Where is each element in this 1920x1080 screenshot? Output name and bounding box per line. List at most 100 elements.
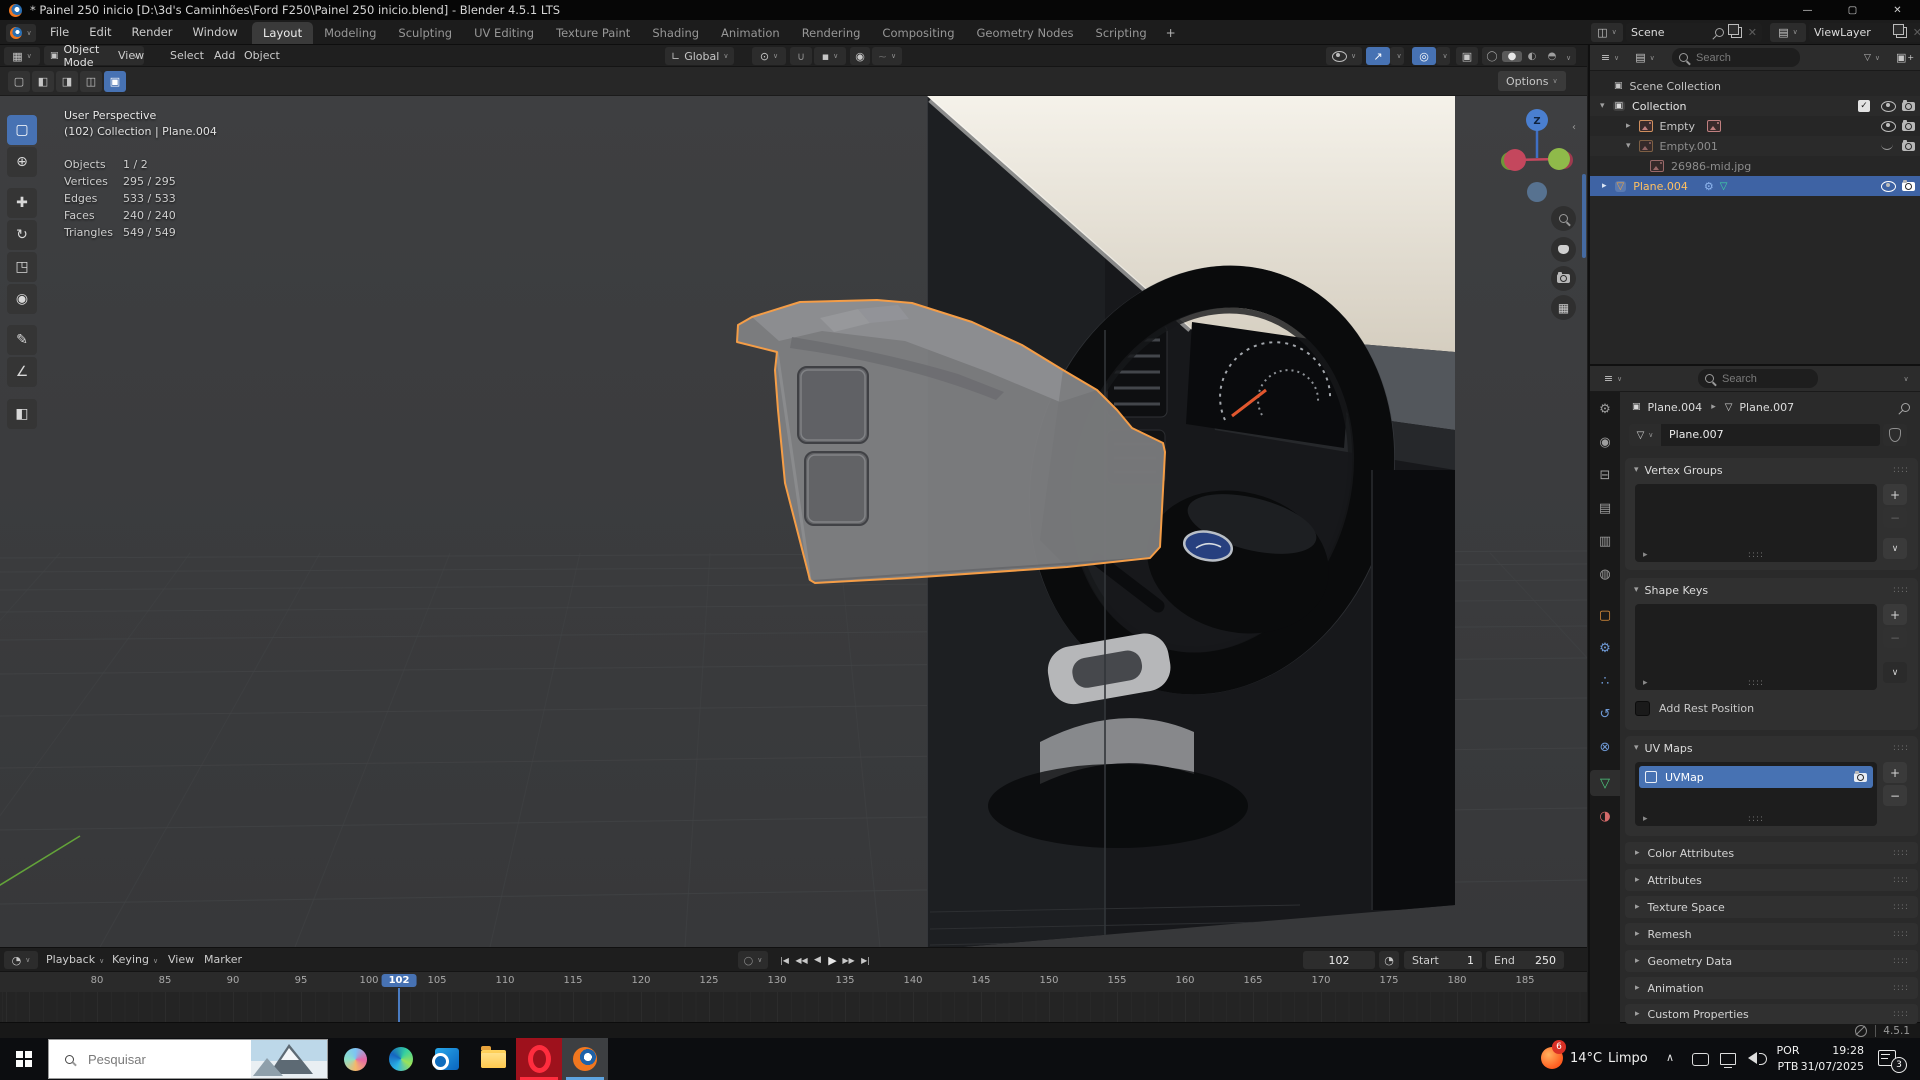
falloff-dropdown[interactable]: ~ — [872, 47, 902, 65]
ortho-toggle-button[interactable]: ▦ — [1551, 295, 1576, 320]
navigation-gizmo[interactable]: Z — [1496, 104, 1580, 204]
tab-particles[interactable]: ∴ — [1590, 668, 1620, 694]
shading-dropdown[interactable] — [1562, 50, 1576, 63]
camera-visibility-icon[interactable] — [1902, 182, 1915, 191]
pan-view-button[interactable] — [1551, 237, 1576, 262]
minimize-button[interactable]: — — [1785, 0, 1830, 20]
taskbar-app-copilot[interactable] — [332, 1038, 378, 1080]
maximize-button[interactable]: ▢ — [1830, 0, 1875, 20]
vertex-group-specials-button[interactable]: ∨ — [1883, 538, 1907, 559]
tab-view-layer[interactable]: ▤ — [1590, 495, 1620, 521]
pin-id-icon[interactable] — [1899, 401, 1912, 414]
tab-world[interactable]: ◍ — [1590, 561, 1620, 587]
tab-uv-editing[interactable]: UV Editing — [463, 22, 545, 44]
viewport-menu-add[interactable]: Add — [214, 49, 235, 62]
new-scene-icon[interactable] — [1731, 27, 1742, 38]
orientation-dropdown[interactable]: ∟ Global — [665, 47, 734, 65]
start-button[interactable] — [0, 1038, 48, 1080]
shading-wireframe-button[interactable]: ◯ — [1482, 51, 1502, 62]
tab-object[interactable]: ▢ — [1590, 602, 1620, 628]
remove-shape-key-button[interactable]: − — [1883, 627, 1907, 648]
viewport-menu-object[interactable]: Object — [244, 49, 280, 62]
tab-modifiers[interactable]: ⚙ — [1590, 635, 1620, 661]
tool-rotate[interactable]: ↻ — [7, 220, 37, 250]
frame-end-field[interactable]: End 250 — [1486, 951, 1564, 969]
eye-closed-icon[interactable] — [1881, 143, 1893, 150]
weather-temp[interactable]: 14°C — [1570, 1051, 1602, 1066]
panel-geometry-data[interactable]: ▸Geometry Data :::: — [1625, 950, 1918, 972]
shading-material-button[interactable]: ◐ — [1522, 51, 1542, 62]
tab-compositing[interactable]: Compositing — [871, 22, 965, 44]
panel-title[interactable]: UV Maps — [1645, 742, 1693, 755]
add-uv-map-button[interactable]: + — [1883, 762, 1907, 783]
search-highlight-image[interactable] — [251, 1040, 327, 1078]
tool-move[interactable]: ✚ — [7, 188, 37, 218]
outliner-row-image[interactable]: 26986-mid.jpg — [1590, 156, 1920, 176]
breadcrumb-object[interactable]: Plane.004 — [1648, 401, 1703, 414]
tab-scripting[interactable]: Scripting — [1085, 22, 1158, 44]
overlays-dropdown[interactable] — [1436, 47, 1450, 65]
breadcrumb-data[interactable]: Plane.007 — [1739, 401, 1794, 414]
pivot-dropdown[interactable]: ⊙ — [752, 47, 786, 65]
panel-grip[interactable]: :::: — [1893, 585, 1909, 595]
panel-custom-properties[interactable]: ▸Custom Properties :::: — [1625, 1004, 1918, 1024]
current-frame-badge[interactable]: 102 — [382, 974, 417, 987]
viewport-menu-select[interactable]: Select — [170, 49, 204, 62]
snap-target-dropdown[interactable]: ▪ — [814, 47, 846, 65]
tab-sculpting[interactable]: Sculpting — [387, 22, 463, 44]
play-reverse-button[interactable]: ◀ — [810, 955, 825, 965]
add-rest-position-checkbox[interactable] — [1635, 701, 1650, 716]
menu-edit[interactable]: Edit — [79, 25, 121, 39]
add-vertex-group-button[interactable]: + — [1883, 484, 1907, 505]
tab-animation[interactable]: Animation — [710, 22, 791, 44]
tab-physics[interactable]: ↺ — [1590, 701, 1620, 727]
outliner-search[interactable] — [1672, 48, 1800, 67]
options-button[interactable]: Options — [1498, 71, 1566, 91]
panel-animation[interactable]: ▸Animation :::: — [1625, 977, 1918, 999]
shading-solid-button[interactable]: ● — [1502, 51, 1522, 62]
select-mode-new[interactable]: ▢ — [8, 71, 30, 92]
current-frame-field[interactable]: 102 — [1303, 951, 1375, 969]
volume-icon[interactable] — [1748, 1052, 1757, 1064]
tool-select-box[interactable]: ▢ — [7, 115, 37, 145]
meet-now-icon[interactable] — [1692, 1053, 1709, 1066]
outliner-row-scene-collection[interactable]: ▣ Scene Collection — [1590, 76, 1920, 96]
camera-visibility-icon[interactable] — [1902, 142, 1915, 151]
tab-tool[interactable]: ⚙ — [1590, 396, 1620, 422]
panel-title[interactable]: Shape Keys — [1645, 584, 1709, 597]
uv-maps-list[interactable]: UVMap ▸ :::: — [1635, 762, 1877, 826]
panel-grip[interactable]: :::: — [1893, 743, 1909, 753]
frame-start-field[interactable]: Start 1 — [1404, 951, 1482, 969]
panel-expand-icon[interactable]: ▾ — [1634, 465, 1639, 475]
shading-rendered-button[interactable]: ◓ — [1542, 51, 1562, 62]
tab-shading[interactable]: Shading — [641, 22, 710, 44]
uvmap-row[interactable]: UVMap — [1639, 766, 1873, 788]
panel-title[interactable]: Vertex Groups — [1645, 464, 1723, 477]
timeline-menu-view[interactable]: View — [168, 953, 194, 966]
add-workspace-button[interactable]: + — [1158, 22, 1184, 44]
collapse-icon[interactable]: ▸ — [1626, 121, 1631, 131]
fake-user-shield-button[interactable] — [1883, 424, 1907, 446]
editor-type-button[interactable]: ▦ — [4, 47, 40, 65]
tool-annotate[interactable]: ✎ — [7, 325, 37, 355]
scene-selector[interactable]: Scene ✕ — [1626, 23, 1762, 42]
vertex-groups-list[interactable]: ▸ :::: — [1635, 484, 1877, 562]
network-icon[interactable] — [1720, 1053, 1736, 1065]
taskbar-app-opera[interactable] — [516, 1038, 562, 1080]
select-mode-extend[interactable]: ◧ — [32, 71, 54, 92]
outliner-row-plane-004[interactable]: ▸ ▽ Plane.004 ⚙ ▽ — [1590, 176, 1920, 196]
properties-editor-type-button[interactable]: ≡ — [1596, 369, 1630, 388]
timeline-ruler[interactable]: 80 85 90 95 100 105 110 115 120 125 130 … — [0, 972, 1587, 992]
panel-texture-space[interactable]: ▸Texture Space :::: — [1625, 896, 1918, 918]
outliner-row-empty-001[interactable]: ▾ Empty.001 — [1590, 136, 1920, 156]
new-collection-button[interactable]: ▣+ — [1892, 48, 1918, 67]
panel-expand-icon[interactable]: ▾ — [1634, 585, 1639, 595]
outliner-display-mode-dropdown[interactable]: ≡ — [1594, 48, 1626, 67]
tab-modeling[interactable]: Modeling — [313, 22, 387, 44]
tab-render[interactable]: ◉ — [1590, 429, 1620, 455]
tab-scene[interactable]: ▥ — [1590, 528, 1620, 554]
tool-measure[interactable]: ∠ — [7, 357, 37, 387]
tray-expand-chevron[interactable]: ∧ — [1666, 1051, 1674, 1064]
add-rest-position-label[interactable]: Add Rest Position — [1659, 702, 1754, 715]
remove-uv-map-button[interactable]: − — [1883, 785, 1907, 806]
